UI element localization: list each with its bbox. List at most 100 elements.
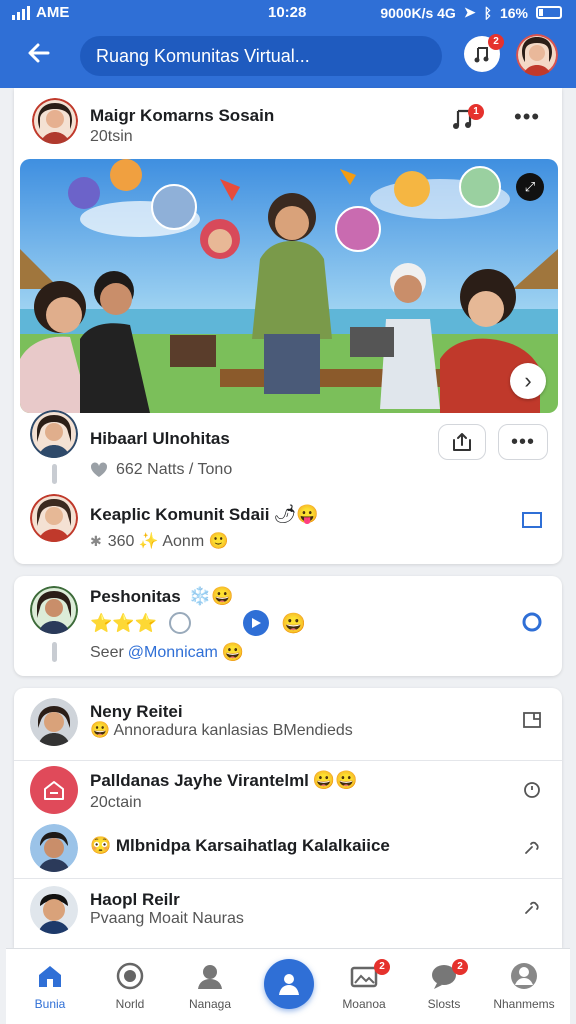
list-title-row: Palldanas Jayhe Virantelml 😀😀 xyxy=(90,770,358,791)
share-icon xyxy=(453,433,471,451)
activity-card: Peshonitas ❄️😀 ⭐⭐⭐ 😀 Seer @Monnicam 😀 xyxy=(14,576,562,676)
nav-item-profile[interactable]: Nhanmems xyxy=(484,961,564,1011)
list-avatar xyxy=(30,886,78,934)
list-name: Haopl Reilr xyxy=(90,890,180,909)
create-post-button[interactable] xyxy=(264,959,314,1009)
comment-title-row: Keaplic Komunit Sdaii 🌶😛 xyxy=(90,504,319,525)
create-post-icon xyxy=(279,974,299,995)
profile-icon xyxy=(511,963,537,989)
house-icon xyxy=(44,781,64,800)
battery-icon xyxy=(536,6,562,19)
mention-link[interactable]: @Monnicam xyxy=(128,644,218,662)
user-avatar[interactable] xyxy=(516,34,558,76)
list-action-button[interactable] xyxy=(520,778,544,802)
comment-emoji: 🌶😛 xyxy=(273,504,319,524)
next-image-button[interactable]: › xyxy=(510,363,546,399)
audio-badge: 1 xyxy=(468,104,484,120)
comment-meta: ✱ 360 ✨ Aonm 🙂 xyxy=(90,532,229,551)
link-icon xyxy=(525,901,539,914)
play-button[interactable] xyxy=(243,610,270,636)
status-toggle[interactable] xyxy=(520,610,544,634)
share-button[interactable] xyxy=(438,424,486,460)
mini-avatar[interactable] xyxy=(169,612,192,634)
list-action-button[interactable] xyxy=(520,708,544,732)
comment-name[interactable]: Hibaarl Ulnohitas xyxy=(90,429,230,449)
circle-icon xyxy=(522,612,542,632)
list-name: 😳 Mlbnidpa Karsaihatlag Kalalkaiice xyxy=(90,836,390,855)
window-icon xyxy=(523,712,541,728)
list-sub: 😀 Annoradura kanlasias BMendieds xyxy=(90,722,353,739)
expand-button[interactable]: ⤢ xyxy=(516,173,544,201)
star-reactions[interactable]: ⭐⭐⭐ xyxy=(90,613,157,634)
nav-badge: 2 xyxy=(374,959,390,975)
community-title-bar[interactable]: Ruang Komunitas Virtual... xyxy=(80,36,442,76)
link-icon xyxy=(525,841,539,854)
nav-item-chats[interactable]: 2 Slosts xyxy=(404,959,484,1011)
list-sub: 20ctain xyxy=(90,794,142,811)
square-icon xyxy=(522,512,542,528)
activity-name[interactable]: Peshonitas xyxy=(90,587,181,607)
list-item[interactable]: Neny Reitei 😀 Annoradura kanlasias BMend… xyxy=(14,688,562,760)
list-name: Neny Reitei xyxy=(90,702,183,721)
list-avatar xyxy=(30,698,78,746)
battery-percent: 16% xyxy=(499,4,528,21)
heart-icon xyxy=(90,462,108,477)
post-author-name[interactable]: Maigr Komarns Sosain xyxy=(90,106,274,126)
comment-avatar[interactable] xyxy=(30,494,78,542)
globe-icon xyxy=(116,962,144,990)
bottom-navigation: Bunia Norld Nanaga 2 Moanoa 2 Slosts Nha… xyxy=(6,948,570,1024)
nav-badge: 2 xyxy=(452,959,468,975)
list-name: Palldanas Jayhe Virantelml xyxy=(90,770,309,790)
notification-badge: 2 xyxy=(488,34,504,50)
back-button[interactable] xyxy=(24,38,58,72)
list-emoji: 😀😀 xyxy=(312,770,358,790)
activity-title-row: Peshonitas ❄️😀 xyxy=(90,586,234,607)
comment-more-button[interactable]: ••• xyxy=(498,424,548,460)
post-author-avatar[interactable] xyxy=(32,98,78,144)
list-action-button[interactable] xyxy=(520,896,544,920)
nav-item-media[interactable]: 2 Moanoa xyxy=(324,959,404,1011)
activity-avatar[interactable] xyxy=(30,586,78,634)
activity-emoji: ❄️😀 xyxy=(188,586,234,606)
nav-item-world[interactable]: Norld xyxy=(90,961,170,1011)
community-photo xyxy=(20,159,558,413)
arrow-left-icon xyxy=(28,43,50,63)
people-icon xyxy=(198,965,222,989)
nav-item-people[interactable]: Nanaga xyxy=(170,961,250,1011)
audio-button[interactable]: 1 xyxy=(450,104,484,136)
list-item[interactable]: Haopl Reilr Pvaang Moait Nauras xyxy=(14,878,562,948)
clock: 10:28 xyxy=(268,4,307,21)
notification-button[interactable]: 2 xyxy=(464,34,504,72)
status-bar: AME 10:28 9000K/s 4G ➤ ᛒ 16% xyxy=(0,0,576,28)
comment-avatar[interactable] xyxy=(30,410,78,458)
activity-sub: Seer @Monnicam 😀 xyxy=(90,642,245,662)
community-avatar xyxy=(30,766,78,814)
activity-reactions: ⭐⭐⭐ 😀 xyxy=(90,610,306,636)
list-avatar xyxy=(30,824,78,872)
app-header: AME 10:28 9000K/s 4G ➤ ᛒ 16% Ruang Komun… xyxy=(0,0,576,88)
music-note-icon xyxy=(474,47,489,63)
home-icon xyxy=(39,966,61,987)
member-list-card: Neny Reitei 😀 Annoradura kanlasias BMend… xyxy=(14,688,562,948)
thread-line xyxy=(52,464,57,484)
more-options-button[interactable]: ••• xyxy=(514,106,540,128)
list-item[interactable]: Palldanas Jayhe Virantelml 😀😀 20ctain xyxy=(14,760,562,822)
comment-meta: 662 Natts / Tono xyxy=(90,461,232,479)
network-speed: 9000K/s 4G xyxy=(380,4,456,21)
list-item[interactable]: 😳 Mlbnidpa Karsaihatlag Kalalkaiice xyxy=(14,822,562,878)
expand-comment-button[interactable] xyxy=(520,508,544,532)
play-icon xyxy=(252,618,262,628)
post-card: Maigr Komarns Sosain 20tsin 1 ••• ⤢ › Hi… xyxy=(14,88,562,564)
signal-icon xyxy=(12,5,30,20)
post-image[interactable]: ⤢ › xyxy=(20,159,558,413)
comment-name[interactable]: Keaplic Komunit Sdaii xyxy=(90,505,269,525)
clock-icon xyxy=(524,782,540,798)
thread-line xyxy=(52,642,57,662)
nav-item-home[interactable]: Bunia xyxy=(10,961,90,1011)
carrier-label: AME xyxy=(36,4,70,21)
bluetooth-icon: ᛒ xyxy=(483,4,492,21)
location-icon: ➤ xyxy=(463,4,476,20)
smile-emoji: 😀 xyxy=(281,612,307,635)
list-sub: Pvaang Moait Nauras xyxy=(90,910,244,927)
list-action-button[interactable] xyxy=(520,836,544,860)
